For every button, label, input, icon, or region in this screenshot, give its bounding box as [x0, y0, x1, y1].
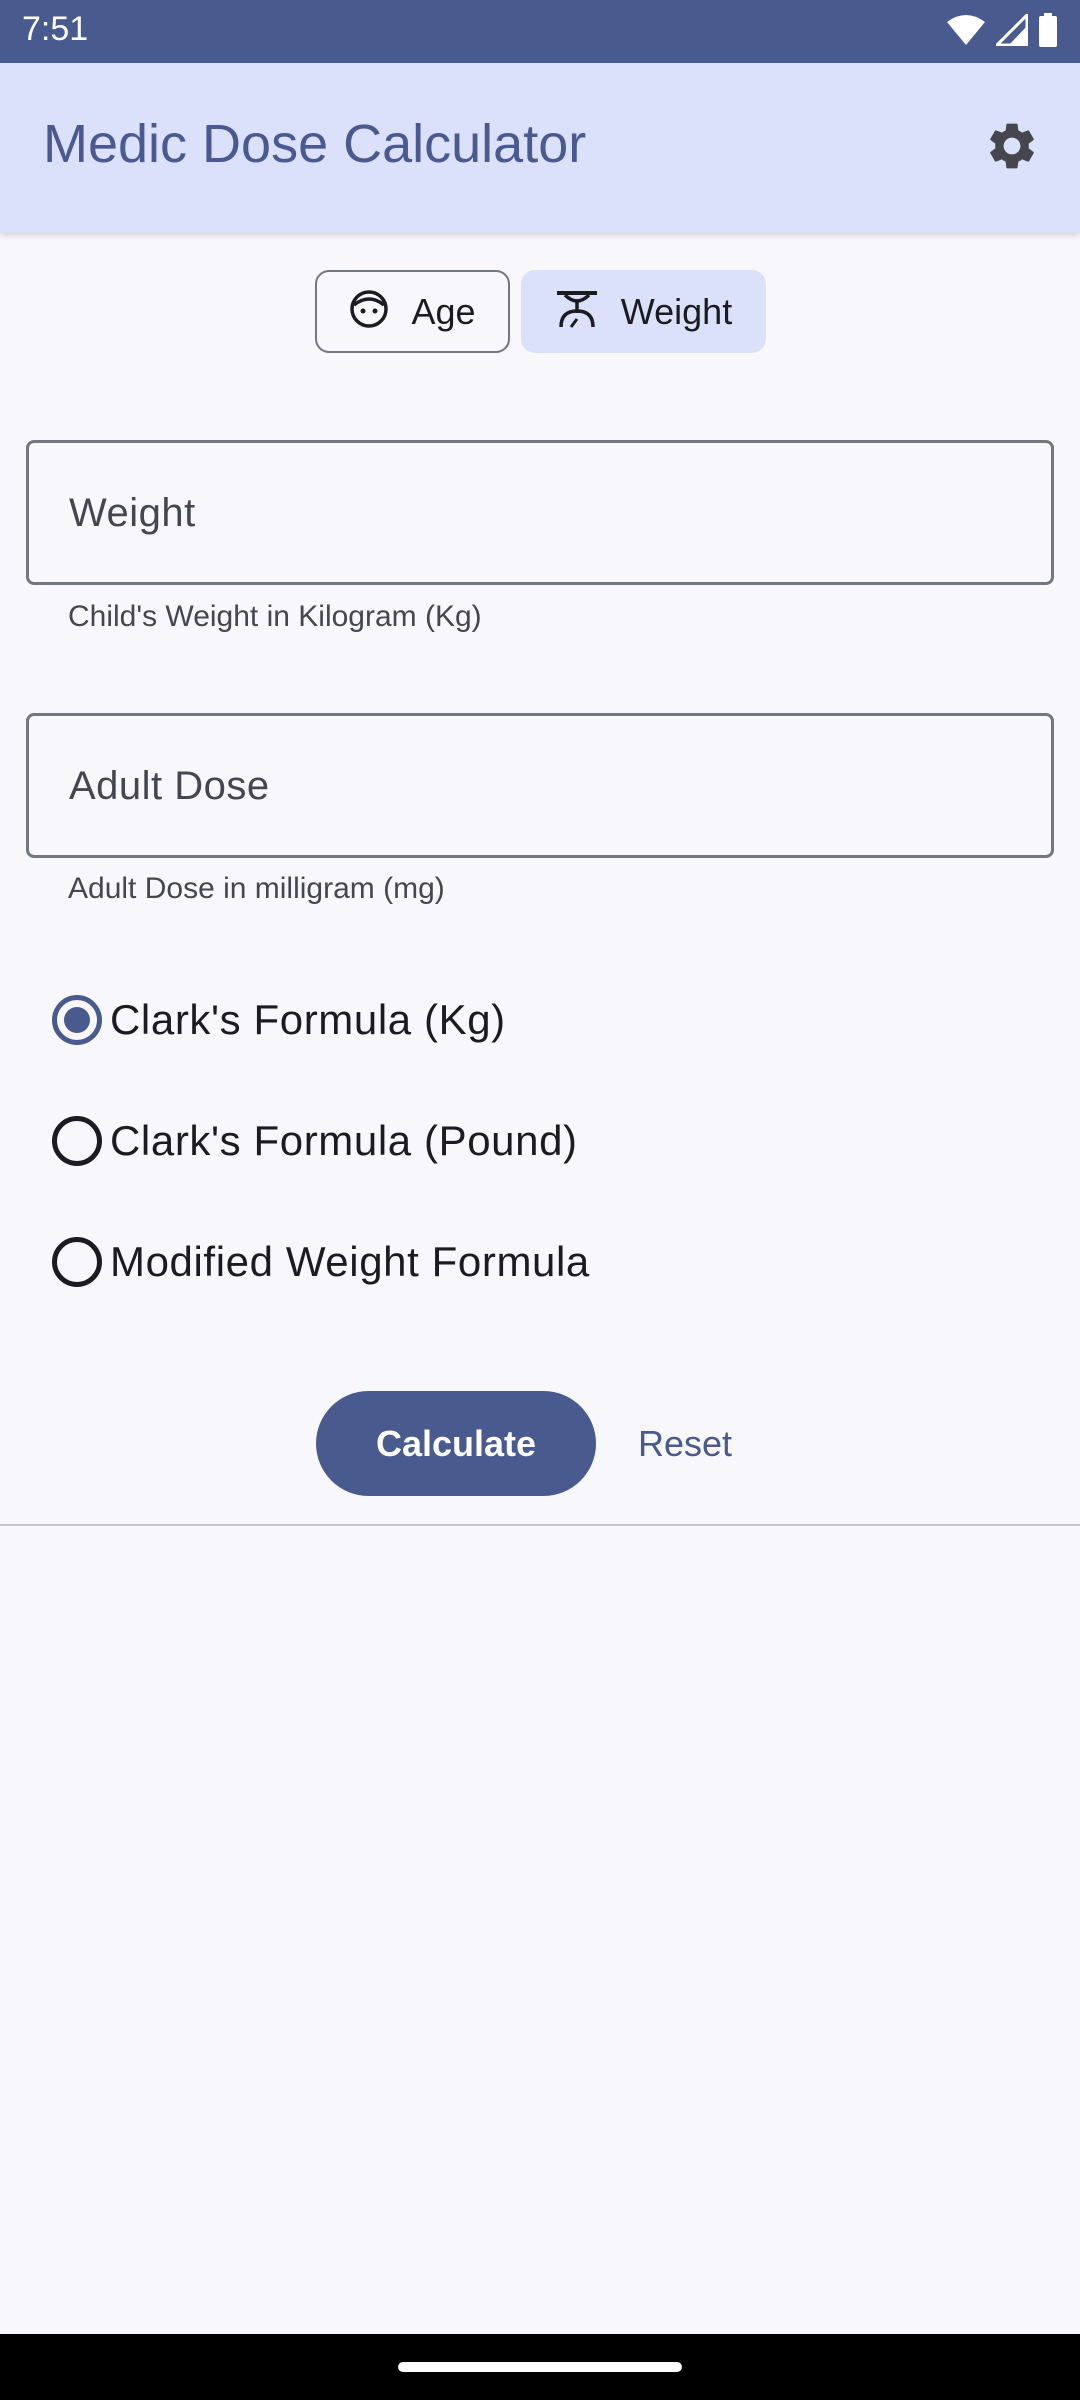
toggle-weight[interactable]: Weight — [521, 270, 766, 353]
battery-icon — [1038, 12, 1058, 52]
radio-checked-icon[interactable] — [52, 995, 102, 1045]
adult-dose-input-label: Adult Dose — [69, 764, 270, 808]
app-bar: Medic Dose Calculator — [0, 63, 1080, 233]
wifi-icon — [946, 14, 986, 51]
radio-clarks-pound[interactable]: Clark's Formula (Pound) — [52, 1106, 578, 1176]
navigation-bar — [0, 2334, 1080, 2400]
divider — [0, 1524, 1080, 1526]
status-bar: 7:51 — [0, 0, 1080, 63]
settings-button[interactable] — [982, 118, 1042, 178]
toggle-weight-label: Weight — [620, 290, 733, 332]
radio-clarks-pound-label: Clark's Formula (Pound) — [110, 1117, 578, 1164]
radio-clarks-kg[interactable]: Clark's Formula (Kg) — [52, 985, 506, 1055]
radio-unchecked-icon[interactable] — [52, 1116, 102, 1166]
signal-icon — [993, 10, 1029, 51]
calculate-button[interactable]: Calculate — [316, 1391, 596, 1496]
app-title: Medic Dose Calculator — [43, 114, 587, 174]
weight-helper-text: Child's Weight in Kilogram (Kg) — [68, 600, 482, 633]
gear-icon — [984, 118, 1040, 179]
radio-clarks-kg-label: Clark's Formula (Kg) — [110, 996, 506, 1043]
radio-dot — [64, 1007, 90, 1033]
scale-icon — [555, 289, 599, 334]
home-gesture-handle[interactable] — [398, 2362, 682, 2372]
radio-modified-weight[interactable]: Modified Weight Formula — [52, 1227, 590, 1297]
adult-dose-helper-text: Adult Dose in milligram (mg) — [68, 872, 445, 905]
radio-modified-weight-label: Modified Weight Formula — [110, 1238, 590, 1285]
status-icons — [946, 10, 1058, 52]
adult-dose-input[interactable]: Adult Dose — [26, 713, 1054, 858]
toggle-age[interactable]: Age — [315, 270, 510, 353]
face-icon — [349, 289, 389, 334]
toggle-age-label: Age — [411, 290, 476, 332]
status-time: 7:51 — [22, 10, 89, 48]
weight-input[interactable]: Weight — [26, 440, 1054, 585]
radio-unchecked-icon[interactable] — [52, 1237, 102, 1287]
reset-button[interactable]: Reset — [618, 1391, 752, 1496]
weight-input-label: Weight — [69, 491, 196, 535]
